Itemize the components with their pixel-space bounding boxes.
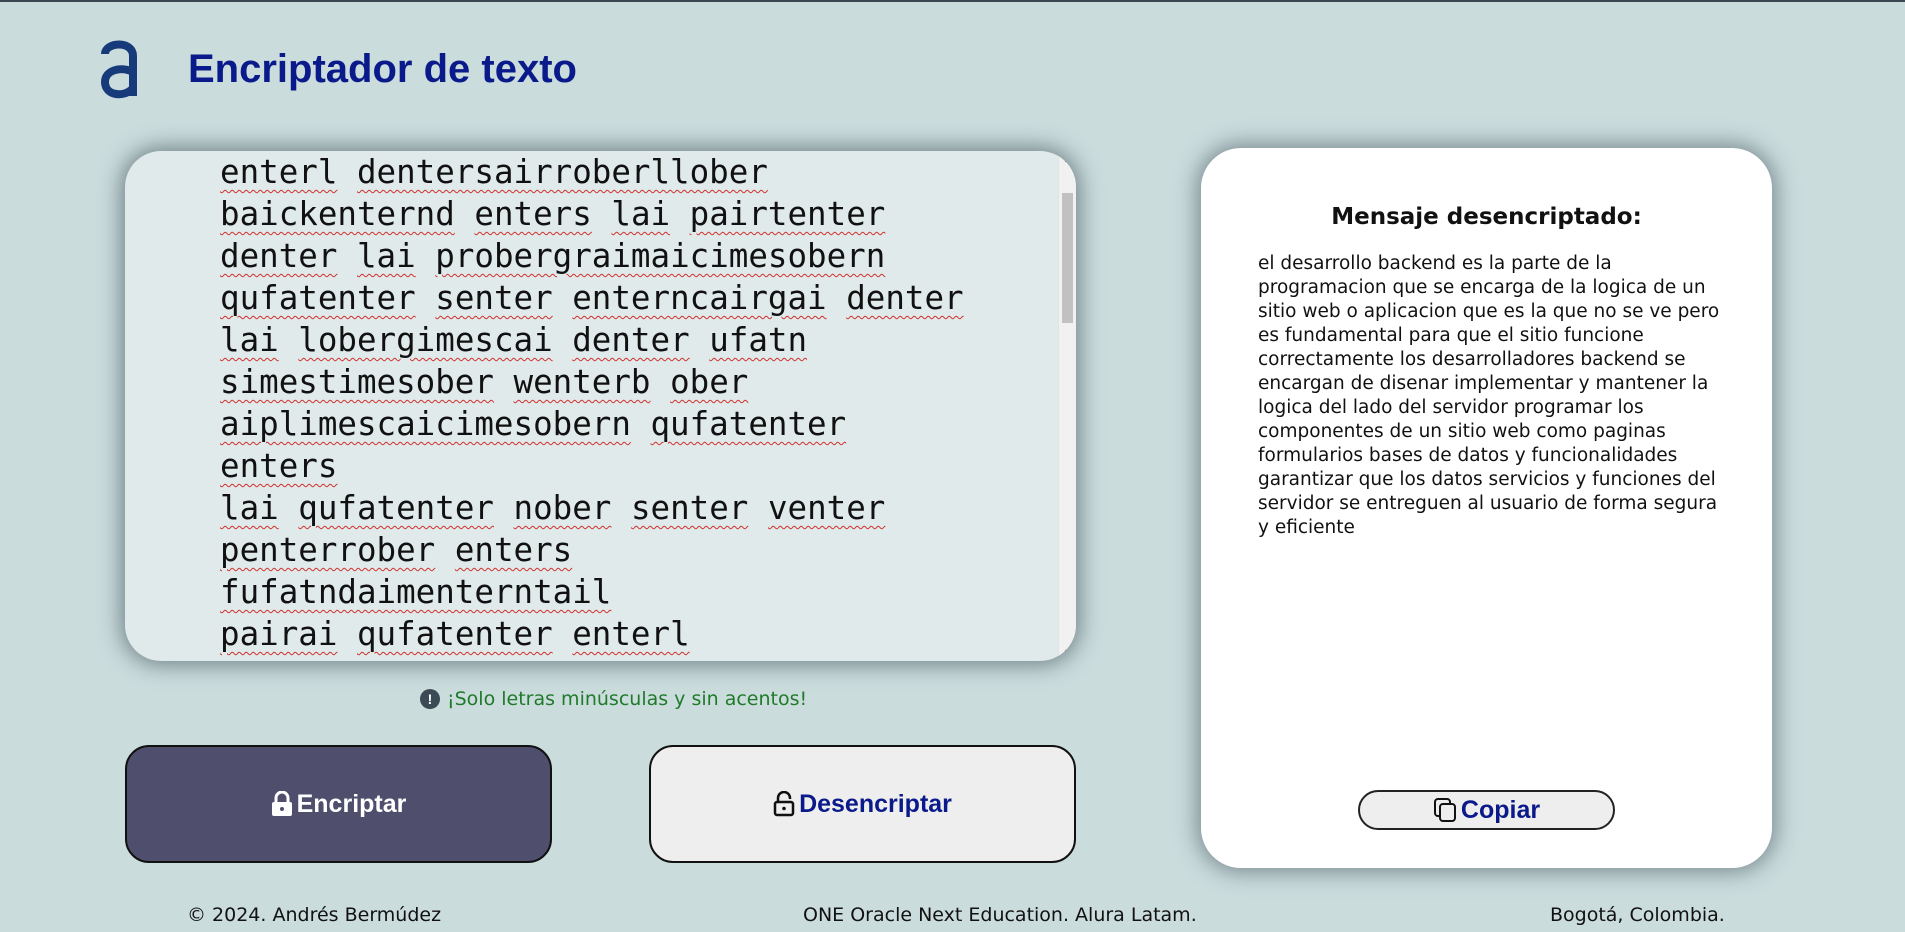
scroll-up-arrow-icon[interactable]: ▲ (1059, 151, 1076, 168)
input-text-line: aiplimescaicimesobern qufatenter enters (220, 403, 980, 487)
input-word: enterl (572, 615, 690, 653)
input-word: enterncairgai (572, 279, 827, 317)
input-word: nober (513, 489, 612, 527)
encrypt-button[interactable]: Encriptar (125, 745, 552, 863)
input-word: fufatndaimenterntail (220, 573, 612, 611)
copy-icon (1433, 797, 1459, 823)
input-word: senter (630, 489, 749, 527)
output-title: Mensaje desencriptado: (1331, 204, 1642, 230)
input-word: ober (670, 363, 749, 401)
input-word: wenterb (513, 363, 651, 401)
input-word: lai (220, 489, 279, 527)
input-text-line: qufatenter senter enterncairgai denter (220, 277, 980, 319)
input-word: denter (572, 321, 690, 359)
input-word: ufatn (709, 321, 808, 359)
input-word: qufatenter (650, 405, 847, 443)
input-word: qufatenter (298, 489, 494, 527)
input-word: lobergimescai (298, 321, 553, 359)
text-input-content[interactable]: enterl dentersairroberllober baickenternd… (220, 151, 980, 661)
input-word: penterrober (220, 531, 436, 569)
text-input-area[interactable]: enterl dentersairroberllober baickenternd… (125, 151, 1076, 661)
footer-copyright: © 2024. Andrés Bermúdez (187, 904, 442, 926)
input-hint: ! ¡Solo letras minúsculas y sin acentos! (420, 688, 807, 710)
input-word: denter (220, 237, 338, 275)
input-word: qufatenter (220, 279, 416, 317)
footer-location: Bogotá, Colombia. (1550, 904, 1725, 926)
input-text-line: pairai qufatenter enterl simestimesober (220, 613, 980, 661)
input-word: qufatenter (356, 615, 553, 653)
input-text-line: penterrober enters fufatndaimenterntail (220, 529, 980, 613)
input-word: lai (220, 321, 279, 359)
input-word: dentersairroberllober (356, 153, 768, 191)
input-word: enters (220, 447, 338, 485)
output-panel: Mensaje desencriptado: el desarrollo bac… (1201, 148, 1772, 868)
input-word: lai (611, 195, 671, 233)
page-title: Encriptador de texto (188, 46, 577, 91)
input-word: probergraimaicimesobern (435, 237, 886, 275)
input-word: baickenternd (220, 195, 455, 233)
input-word: enters (474, 195, 592, 233)
input-word: lai (356, 237, 416, 275)
input-text-line: enterl dentersairroberllober (220, 151, 980, 193)
input-word: pairtenter (689, 195, 886, 233)
input-word: denter (846, 279, 964, 317)
input-text-line: simestimesober wenterb ober (220, 361, 980, 403)
input-text-line: lai lobergimescai denter ufatn (220, 319, 980, 361)
encrypt-button-label: Encriptar (296, 789, 407, 818)
copy-button[interactable]: Copiar (1358, 790, 1615, 830)
header: Encriptador de texto (95, 36, 577, 102)
footer-education: ONE Oracle Next Education. Alura Latam. (803, 904, 1197, 926)
input-word: senter (435, 279, 553, 317)
input-text-line: baickenternd enters lai pairtenter (220, 193, 980, 235)
input-word: venter (767, 489, 886, 527)
input-word: aiplimescaicimesobern (220, 405, 631, 443)
decrypt-button-label: Desencriptar (799, 789, 952, 818)
scroll-thumb[interactable] (1062, 193, 1073, 323)
textarea-scrollbar[interactable]: ▲ ▼ (1058, 151, 1076, 661)
decrypt-button[interactable]: Desencriptar (649, 745, 1076, 863)
input-text-line: lai qufatenter nober senter venter (220, 487, 980, 529)
input-word: pairai (220, 615, 338, 653)
scroll-down-arrow-icon[interactable]: ▼ (1059, 644, 1076, 661)
copy-button-label: Copiar (1460, 795, 1541, 824)
unlock-icon (773, 791, 795, 817)
input-word: simestimesober (220, 657, 494, 661)
input-word: enters (454, 531, 573, 569)
input-text-line: denter lai probergraimaicimesobern (220, 235, 980, 277)
input-word: enterl (220, 153, 338, 191)
input-word: simestimesober (220, 363, 494, 401)
exclamation-circle-icon: ! (420, 689, 440, 709)
hint-text: ¡Solo letras minúsculas y sin acentos! (447, 688, 808, 710)
output-text: el desarrollo backend es la parte de la … (1258, 253, 1720, 538)
lock-icon (271, 791, 293, 817)
alura-logo-icon (95, 36, 143, 102)
